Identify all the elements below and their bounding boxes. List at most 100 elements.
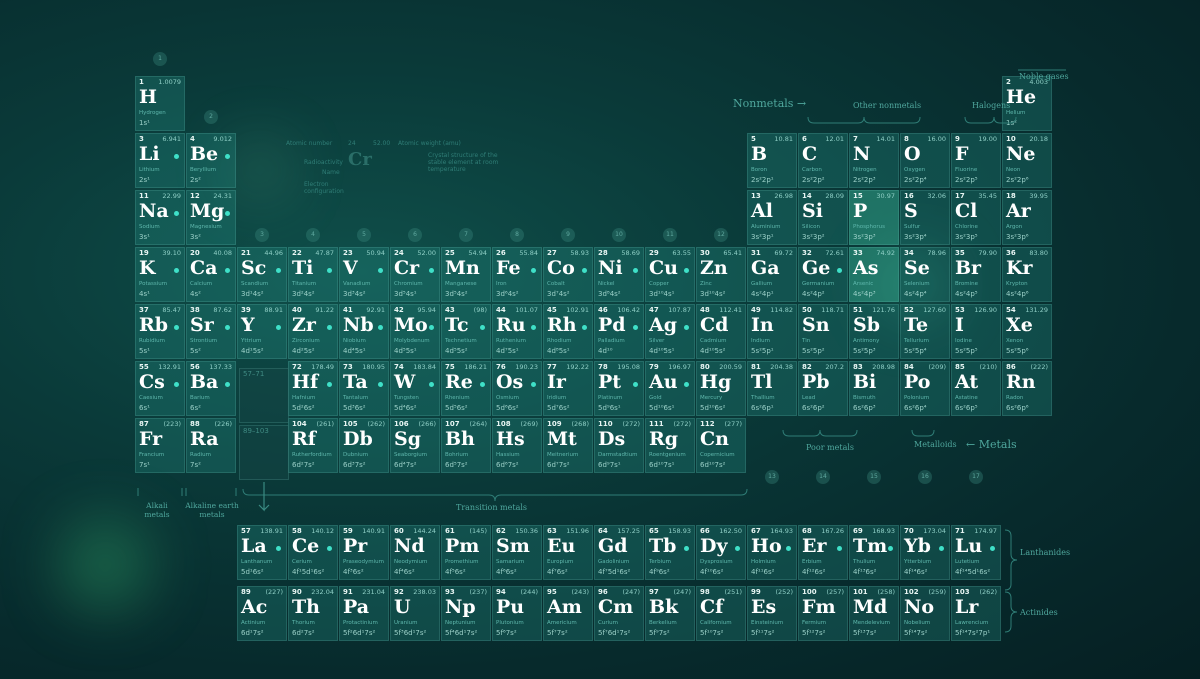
element-cell-n[interactable]: 7 14.01 N Nitrogen 2s²2p³ — [849, 133, 899, 188]
element-cell-p[interactable]: 15 30.97 P Phosphorus 3s²3p³ — [849, 190, 899, 245]
element-cell-u[interactable]: 92 238.03 U Uranium 5f³6d¹7s² — [390, 586, 440, 641]
element-cell-hg[interactable]: 80 200.59 Hg Mercury 5d¹⁰6s² — [696, 361, 746, 416]
element-cell-au[interactable]: 79 196.97 Au Gold 5d¹⁰6s¹ — [645, 361, 695, 416]
element-cell-rh[interactable]: 45 102.91 Rh Rhodium 4d⁸5s¹ — [543, 304, 593, 359]
element-cell-rn[interactable]: 86 (222) Rn Radon 6s²6p⁶ — [1002, 361, 1052, 416]
element-cell-pu[interactable]: 94 (244) Pu Plutonium 5f⁶7s² — [492, 586, 542, 641]
element-cell-cd[interactable]: 48 112.41 Cd Cadmium 4d¹⁰5s² — [696, 304, 746, 359]
element-cell-nd[interactable]: 60 144.24 Nd Neodymium 4f⁴6s² — [390, 525, 440, 580]
element-cell-kr[interactable]: 36 83.80 Kr Krypton 4s²4p⁶ — [1002, 247, 1052, 302]
element-cell-sn[interactable]: 50 118.71 Sn Tin 5s²5p² — [798, 304, 848, 359]
element-cell-as[interactable]: 33 74.92 As Arsenic 4s²4p³ — [849, 247, 899, 302]
element-cell-se[interactable]: 34 78.96 Se Selenium 4s²4p⁴ — [900, 247, 950, 302]
element-cell-ta[interactable]: 73 180.95 Ta Tantalum 5d³6s² — [339, 361, 389, 416]
element-cell-zn[interactable]: 30 65.41 Zn Zinc 3d¹⁰4s² — [696, 247, 746, 302]
element-cell-nb[interactable]: 41 92.91 Nb Niobium 4d⁴5s¹ — [339, 304, 389, 359]
element-cell-ga[interactable]: 31 69.72 Ga Gallium 4s²4p¹ — [747, 247, 797, 302]
element-cell-ds[interactable]: 110 (272) Ds Darmstadtium 6d⁹7s¹ — [594, 418, 644, 473]
element-cell-sr[interactable]: 38 87.62 Sr Strontium 5s² — [186, 304, 236, 359]
element-cell-h[interactable]: 1 1.0079 H Hydrogen 1s¹ — [135, 76, 185, 131]
element-cell-ca[interactable]: 20 40.08 Ca Calcium 4s² — [186, 247, 236, 302]
element-cell-sm[interactable]: 62 150.36 Sm Samarium 4f⁶6s² — [492, 525, 542, 580]
element-cell-li[interactable]: 3 6.941 Li Lithium 2s¹ — [135, 133, 185, 188]
element-cell-no[interactable]: 102 (259) No Nobelium 5f¹⁴7s² — [900, 586, 950, 641]
element-cell-bk[interactable]: 97 (247) Bk Berkelium 5f⁹7s² — [645, 586, 695, 641]
element-cell-ni[interactable]: 28 58.69 Ni Nickel 3d⁸4s² — [594, 247, 644, 302]
element-cell-k[interactable]: 19 39.10 K Potassium 4s¹ — [135, 247, 185, 302]
element-cell-pt[interactable]: 78 195.08 Pt Platinum 5d⁹6s¹ — [594, 361, 644, 416]
element-cell-pb[interactable]: 82 207.2 Pb Lead 6s²6p² — [798, 361, 848, 416]
element-cell-ac[interactable]: 89 (227) Ac Actinium 6d¹7s² — [237, 586, 287, 641]
element-cell-bh[interactable]: 107 (264) Bh Bohrium 6d⁵7s² — [441, 418, 491, 473]
element-cell-pd[interactable]: 46 106.42 Pd Palladium 4d¹⁰ — [594, 304, 644, 359]
element-cell-be[interactable]: 4 9.012 Be Beryllium 2s² — [186, 133, 236, 188]
element-cell-mn[interactable]: 25 54.94 Mn Manganese 3d⁵4s² — [441, 247, 491, 302]
element-cell-rg[interactable]: 111 (272) Rg Roentgenium 6d¹⁰7s¹ — [645, 418, 695, 473]
element-cell-hf[interactable]: 72 178.49 Hf Hafnium 5d²6s² — [288, 361, 338, 416]
element-cell-te[interactable]: 52 127.60 Te Tellurium 5s²5p⁴ — [900, 304, 950, 359]
element-cell-ar[interactable]: 18 39.95 Ar Argon 3s²3p⁶ — [1002, 190, 1052, 245]
element-cell-cl[interactable]: 17 35.45 Cl Chlorine 3s²3p⁵ — [951, 190, 1001, 245]
element-cell-dy[interactable]: 66 162.50 Dy Dysprosium 4f¹⁰6s² — [696, 525, 746, 580]
element-cell-w[interactable]: 74 183.84 W Tungsten 5d⁴6s² — [390, 361, 440, 416]
element-cell-lu[interactable]: 71 174.97 Lu Lutetium 4f¹⁴5d¹6s² — [951, 525, 1001, 580]
element-cell-tl[interactable]: 81 204.38 Tl Thallium 6s²6p¹ — [747, 361, 797, 416]
element-cell-cn[interactable]: 112 (277) Cn Copernicium 6d¹⁰7s² — [696, 418, 746, 473]
element-cell-tm[interactable]: 69 168.93 Tm Thulium 4f¹³6s² — [849, 525, 899, 580]
element-cell-cf[interactable]: 98 (251) Cf Californium 5f¹⁰7s² — [696, 586, 746, 641]
element-cell-es[interactable]: 99 (252) Es Einsteinium 5f¹¹7s² — [747, 586, 797, 641]
element-cell-ra[interactable]: 88 (226) Ra Radium 7s² — [186, 418, 236, 473]
element-cell-rf[interactable]: 104 (261) Rf Rutherfordium 6d²7s² — [288, 418, 338, 473]
element-cell-i[interactable]: 53 126.90 I Iodine 5s²5p⁵ — [951, 304, 1001, 359]
element-cell-th[interactable]: 90 232.04 Th Thorium 6d²7s² — [288, 586, 338, 641]
element-cell-sc[interactable]: 21 44.96 Sc Scandium 3d¹4s² — [237, 247, 287, 302]
element-cell-tb[interactable]: 65 158.93 Tb Terbium 4f⁹6s² — [645, 525, 695, 580]
element-cell-re[interactable]: 75 186.21 Re Rhenium 5d⁵6s² — [441, 361, 491, 416]
element-cell-cs[interactable]: 55 132.91 Cs Caesium 6s¹ — [135, 361, 185, 416]
element-cell-b[interactable]: 5 10.81 B Boron 2s²2p¹ — [747, 133, 797, 188]
element-cell-ne[interactable]: 10 20.18 Ne Neon 2s²2p⁶ — [1002, 133, 1052, 188]
element-cell-eu[interactable]: 63 151.96 Eu Europium 4f⁷6s² — [543, 525, 593, 580]
element-cell-cu[interactable]: 29 63.55 Cu Copper 3d¹⁰4s¹ — [645, 247, 695, 302]
element-cell-os[interactable]: 76 190.23 Os Osmium 5d⁶6s² — [492, 361, 542, 416]
element-cell-po[interactable]: 84 (209) Po Polonium 6s²6p⁴ — [900, 361, 950, 416]
element-cell-rb[interactable]: 37 85.47 Rb Rubidium 5s¹ — [135, 304, 185, 359]
element-cell-ba[interactable]: 56 137.33 Ba Barium 6s² — [186, 361, 236, 416]
element-cell-at[interactable]: 85 (210) At Astatine 6s²6p⁵ — [951, 361, 1001, 416]
element-cell-tc[interactable]: 43 (98) Tc Technetium 4d⁵5s² — [441, 304, 491, 359]
element-cell-o[interactable]: 8 16.00 O Oxygen 2s²2p⁴ — [900, 133, 950, 188]
element-cell-ru[interactable]: 44 101.07 Ru Ruthenium 4d⁷5s¹ — [492, 304, 542, 359]
element-cell-mg[interactable]: 12 24.31 Mg Magnesium 3s² — [186, 190, 236, 245]
element-cell-fe[interactable]: 26 55.84 Fe Iron 3d⁶4s² — [492, 247, 542, 302]
element-cell-pa[interactable]: 91 231.04 Pa Protactinium 5f²6d¹7s² — [339, 586, 389, 641]
element-cell-f[interactable]: 9 19.00 F Fluorine 2s²2p⁵ — [951, 133, 1001, 188]
element-cell-hs[interactable]: 108 (269) Hs Hassium 6d⁶7s² — [492, 418, 542, 473]
element-cell-in[interactable]: 49 114.82 In Indium 5s²5p¹ — [747, 304, 797, 359]
element-cell-lr[interactable]: 103 (262) Lr Lawrencium 5f¹⁴7s²7p¹ — [951, 586, 1001, 641]
element-cell-cr[interactable]: 24 52.00 Cr Chromium 3d⁵4s¹ — [390, 247, 440, 302]
element-cell-cm[interactable]: 96 (247) Cm Curium 5f⁷6d¹7s² — [594, 586, 644, 641]
element-cell-si[interactable]: 14 28.09 Si Silicon 3s²3p² — [798, 190, 848, 245]
element-cell-mo[interactable]: 42 95.94 Mo Molybdenum 4d⁵5s¹ — [390, 304, 440, 359]
element-cell-ge[interactable]: 32 72.61 Ge Germanium 4s²4p² — [798, 247, 848, 302]
element-cell-br[interactable]: 35 79.90 Br Bromine 4s²4p⁵ — [951, 247, 1001, 302]
element-cell-er[interactable]: 68 167.26 Er Erbium 4f¹²6s² — [798, 525, 848, 580]
element-cell-pr[interactable]: 59 140.91 Pr Praseodymium 4f³6s² — [339, 525, 389, 580]
element-cell-xe[interactable]: 54 131.29 Xe Xenon 5s²5p⁶ — [1002, 304, 1052, 359]
element-cell-sg[interactable]: 106 (266) Sg Seaborgium 6d⁴7s² — [390, 418, 440, 473]
element-cell-mt[interactable]: 109 (268) Mt Meitnerium 6d⁷7s² — [543, 418, 593, 473]
element-cell-la[interactable]: 57 138.91 La Lanthanum 5d¹6s² — [237, 525, 287, 580]
element-cell-ti[interactable]: 22 47.87 Ti Titanium 3d²4s² — [288, 247, 338, 302]
element-cell-s[interactable]: 16 32.06 S Sulfur 3s²3p⁴ — [900, 190, 950, 245]
element-cell-al[interactable]: 13 26.98 Al Aluminium 3s²3p¹ — [747, 190, 797, 245]
element-cell-ir[interactable]: 77 192.22 Ir Iridium 5d⁷6s² — [543, 361, 593, 416]
element-cell-np[interactable]: 93 (237) Np Neptunium 5f⁴6d¹7s² — [441, 586, 491, 641]
element-cell-am[interactable]: 95 (243) Am Americium 5f⁷7s² — [543, 586, 593, 641]
element-cell-fm[interactable]: 100 (257) Fm Fermium 5f¹²7s² — [798, 586, 848, 641]
element-cell-sb[interactable]: 51 121.76 Sb Antimony 5s²5p³ — [849, 304, 899, 359]
element-cell-ho[interactable]: 67 164.93 Ho Holmium 4f¹¹6s² — [747, 525, 797, 580]
element-cell-ag[interactable]: 47 107.87 Ag Silver 4d¹⁰5s¹ — [645, 304, 695, 359]
element-cell-ce[interactable]: 58 140.12 Ce Cerium 4f¹5d¹6s² — [288, 525, 338, 580]
element-cell-co[interactable]: 27 58.93 Co Cobalt 3d⁷4s² — [543, 247, 593, 302]
element-cell-bi[interactable]: 83 208.98 Bi Bismuth 6s²6p³ — [849, 361, 899, 416]
